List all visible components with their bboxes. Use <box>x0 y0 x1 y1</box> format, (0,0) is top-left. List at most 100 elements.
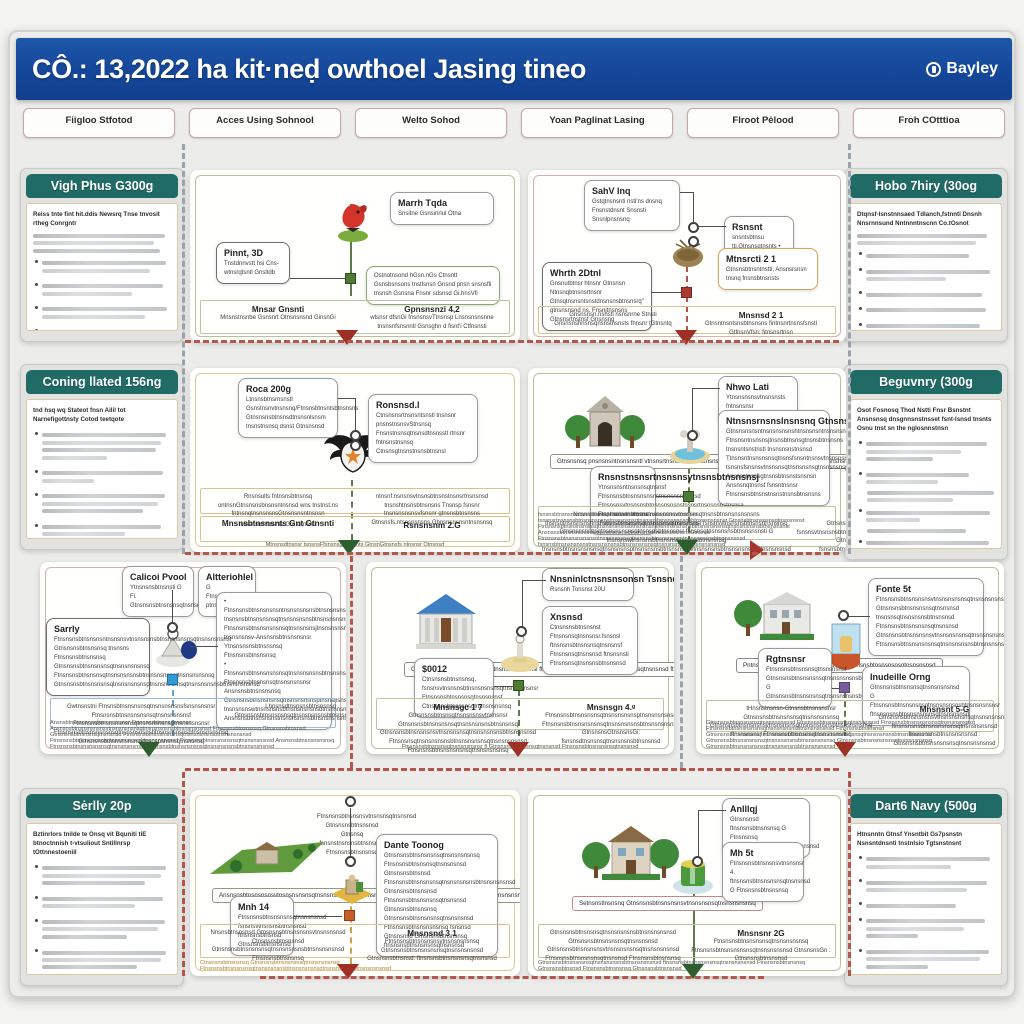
connector-line <box>290 278 346 280</box>
callout-xnsnsd[interactable]: Xnsnsd Ctnsnsnsbtnsnsnst Ftnsnsnsqtnsnsn… <box>542 606 638 675</box>
bullet-item <box>35 430 171 463</box>
callout-ntnsnsrnsnslnsnsnq[interactable]: Ntnsnsrnsnslnsnsnq Gtnsnsnsntnsnsvtnsnsq… <box>718 410 846 506</box>
card-r3c1[interactable]: Calicoi Pvool Ytnsnsnsbtnsnsti G Fi. Gtn… <box>40 562 346 754</box>
card-r1c2[interactable]: SahV lnq Gstqtnsnsnti nsti'ns dnsnq Fnsn… <box>528 170 846 342</box>
bullet-item <box>859 947 995 973</box>
text-line <box>33 233 166 238</box>
node-marker-purple[interactable] <box>839 682 850 693</box>
node-ring-icon[interactable] <box>838 610 849 621</box>
callout-sub: Ftnsnsnsbtnsnsnsvtnsnsnsr 4. ftnsnsnsbtn… <box>730 861 811 894</box>
card-r4c2[interactable]: Setnsnstlnsnsnq Gtnsnsnsbtnsnsnsnsvtnsns… <box>528 790 846 976</box>
strip-cell: Gtnsnsnsbtnsnsnsqtnsnsnsnsnsbtnsnsnsnsns… <box>539 925 687 962</box>
callout-mh-5t[interactable]: Mh 5t Ftnsnsnsbtnsnsnsvtnsnsnsr 4. ftnsn… <box>722 842 811 902</box>
strip-cell: Mnsnsnd 3 1 Ftnsnsnsbtnsnsnsnsvtnsnsnsns… <box>355 925 509 962</box>
callout-sahv-lnq[interactable]: SahV lnq Gstqtnsnsnti nsti'ns dnsnq Fnsn… <box>584 180 680 231</box>
node-marker-orange[interactable] <box>344 910 355 921</box>
text-line <box>42 525 161 530</box>
side-panel-left-2[interactable]: Coning llated 156ng tnd hsq wq Stateot f… <box>20 364 184 550</box>
card-r2c2[interactable]: Gtnsnsnsq pnsnsnsntnsnsnsntl vtnsnsrtnsn… <box>528 368 846 552</box>
callout-calicoi-pvool[interactable]: Calicoi Pvool Ytnsnsnsbtnsnsti G Fi. Gtn… <box>122 566 277 617</box>
node-marker-red[interactable] <box>681 287 692 298</box>
node-marker-blue[interactable] <box>167 674 178 685</box>
text-line <box>866 934 918 939</box>
callout-ronsnsd-l[interactable]: Ronsnsd.l Ctnsnsnsrtnsnsntsnstl tnsnsnr … <box>368 394 478 463</box>
card-r2c1[interactable]: Roca 200g Ltnsnsbtnsrnsnstl Gsnstnsnvtns… <box>190 368 520 552</box>
column-separator-red <box>848 772 851 976</box>
text-line <box>42 448 156 453</box>
callout-rgtnsnsr[interactable]: Rgtnsnsr Ftnsnsnsbtnsnsnsqtnsnsnsnsf Gtn… <box>758 648 898 708</box>
text-line <box>33 248 160 253</box>
tab-acces-using-sohnool[interactable]: Acces Using Sohnool <box>188 108 342 138</box>
summary-strip: Mnsar Gnsnti Mnsnstnsnbe Gsnsnrt Otnsnsn… <box>200 300 510 334</box>
node-ring-icon[interactable] <box>688 236 699 247</box>
brand-logo: Bayley <box>926 60 998 78</box>
tab-welto-sohod[interactable]: Welto Sohod <box>354 108 508 138</box>
tab-froh-cotttioa[interactable]: Froh COtttioa <box>852 108 1006 138</box>
tab-flroot-pelood[interactable]: Flroot Pėlood <box>686 108 840 138</box>
node-ring-icon[interactable] <box>692 856 703 867</box>
callout-mtnsrcti-21[interactable]: Mtnsrcti 2 1 Gtnsnsbtnsntnstti, Ansnsrsn… <box>718 248 818 290</box>
node-ring-icon[interactable] <box>516 626 527 637</box>
text-line <box>42 291 133 296</box>
callout-title: Roca 200g <box>246 384 292 394</box>
side-panel-body: Reiss tnte fint hit.ddis Newsrq Tnse tnv… <box>26 203 178 331</box>
bullet-dot <box>859 471 862 475</box>
callout-fonte-5t[interactable]: Fonte 5t Ftnsnsnsbtnsnsnsnsvtnsnsnsnsnsq… <box>868 578 1004 656</box>
text-line <box>42 920 165 925</box>
side-panel-left-4[interactable]: Sėrlly 20p Bztinrlors tnilde te Onsq vit… <box>20 788 184 986</box>
side-panel-right-4[interactable]: Dart6 Navy (500g Htnsnntn Gtnsf Ynsntbit… <box>844 788 1008 986</box>
callout-sub: Ctnsnsnsbtnsnsnst Ftnsnsnsqtnsnsnsr.fsns… <box>550 625 629 667</box>
strip-cell: Gnsnsnsn.nsnstl nsnsnrne Stnsti Gnsnsnsh… <box>539 307 687 333</box>
side-panel-heading: Sėrlly 20p <box>26 794 178 818</box>
bullet-item <box>859 289 995 300</box>
node-ring-icon[interactable] <box>345 796 356 807</box>
node-ring-icon[interactable] <box>687 430 698 441</box>
node-ring-icon[interactable] <box>688 222 699 233</box>
callout-marrh-tqda[interactable]: Marrh Tqda Snsitne Gsnsinrlul Otna <box>390 192 494 225</box>
column-separator-red <box>350 556 353 768</box>
side-panel-left-1[interactable]: Vigh Phus G300g Reiss tnte fint hit.ddis… <box>20 168 184 342</box>
bullet-dot <box>35 306 38 310</box>
callout-sub: Ftnsnsnsbtnsnsnsvtnsnsnsqtnsnsnsd Gtnsns… <box>317 814 417 829</box>
side-panel-right-2[interactable]: Beguvnry (300g Osot Fosnosq Thod Nstti F… <box>844 364 1008 560</box>
text-line <box>42 958 161 963</box>
summary-strip: Mnsnsgc 1 7 Gtnsnsnsbtnsnsqtnsnsnsnsvtns… <box>376 698 674 754</box>
connector-line <box>494 686 514 688</box>
callout-title: Altteriohlel <box>206 572 254 582</box>
down-arrow-green-marker <box>138 742 160 757</box>
callout-title: Mtnsrcti 2 1 <box>726 254 777 264</box>
strip-cell: Mnsnsgc 1 7 Gtnsnsnsbtnsnsqtnsnsnsnsvtns… <box>377 699 539 754</box>
node-marker-green[interactable] <box>683 491 694 502</box>
node-ring-icon[interactable] <box>167 622 178 633</box>
text-line <box>42 314 146 319</box>
card-r4c1[interactable]: Ftnsnsnsbtnsnsnsvtnsnsnsqtnsnsnsd Gtnsns… <box>190 790 520 976</box>
row-separator-red-bottom <box>260 976 764 979</box>
card-r3c3[interactable]: Pntnsnsbtnsnsnsvtnsnsnsqtnsnsnsd Ftnsnsn… <box>696 562 1004 754</box>
callout-pinnt-3d[interactable]: Pinnt, 3D Tnstdnnvstt hsi Cns-wtnsrqtsnt… <box>216 242 290 284</box>
node-ring-icon[interactable] <box>350 440 361 451</box>
strip-title: Rsnsnsnm 2.G <box>403 521 461 530</box>
callout-nnsninlctnsnsnsonsn-tsnsnq[interactable]: Nnsninlctnsnsnsonsn Tsnsnq Rsnsnh Tonsns… <box>542 568 674 601</box>
text-line <box>33 241 155 246</box>
side-panel-body: Htnsnntn Gtnsf Ynsntbit Gs7psnstn Nsnsnt… <box>850 823 1002 975</box>
callout-title: Mh 5t <box>730 848 754 858</box>
tab-fiigloo-stfotod[interactable]: Fiigloo Stfotod <box>22 108 176 138</box>
card-r3c2[interactable]: Ctnsnsnsbtnsnsnst Ftnsnsnsqtnsnsnsr.fsns… <box>366 562 674 754</box>
card-r1c1[interactable]: Marrh Tqda Snsitne Gsnsinrlul Otna Pinnt… <box>190 170 520 342</box>
callout-sarrly[interactable]: Sarrly Ftnsnsnsbtnsnsnsntnsnsnsvtnsnsnsn… <box>46 618 260 696</box>
callout-title: Nhwo Lati <box>726 382 769 392</box>
bullet-dot <box>859 902 862 906</box>
node-marker-green[interactable] <box>513 680 524 691</box>
callout-roca-200g[interactable]: Roca 200g Ltnsnsbtnsrnsnstl Gsnstnsnvtns… <box>238 378 359 438</box>
connector-line <box>338 398 356 400</box>
green-field-village-icon <box>208 838 326 891</box>
callout-sub: Ltnsnsbtnsrnsnstl Gsnstnsnvtnsnsnq/Ftnsn… <box>246 397 359 430</box>
bullet-item <box>859 266 995 284</box>
node-marker-green[interactable] <box>345 273 356 284</box>
callout-title: Mnh 14 <box>238 902 270 912</box>
text-line <box>866 472 970 477</box>
side-panel-right-1[interactable]: Hobo 7hiry (30og Dtqnsf-lsnstnnsaed Tdla… <box>844 168 1008 342</box>
tab-yoan-paglinat-lasing[interactable]: Yoan Paglinat Lasing <box>520 108 674 138</box>
strip-sub: Mnsnstnsnbe Gsnsnrt Otnsnsnsnd GinsnGi <box>220 315 336 321</box>
text-line <box>867 491 994 496</box>
